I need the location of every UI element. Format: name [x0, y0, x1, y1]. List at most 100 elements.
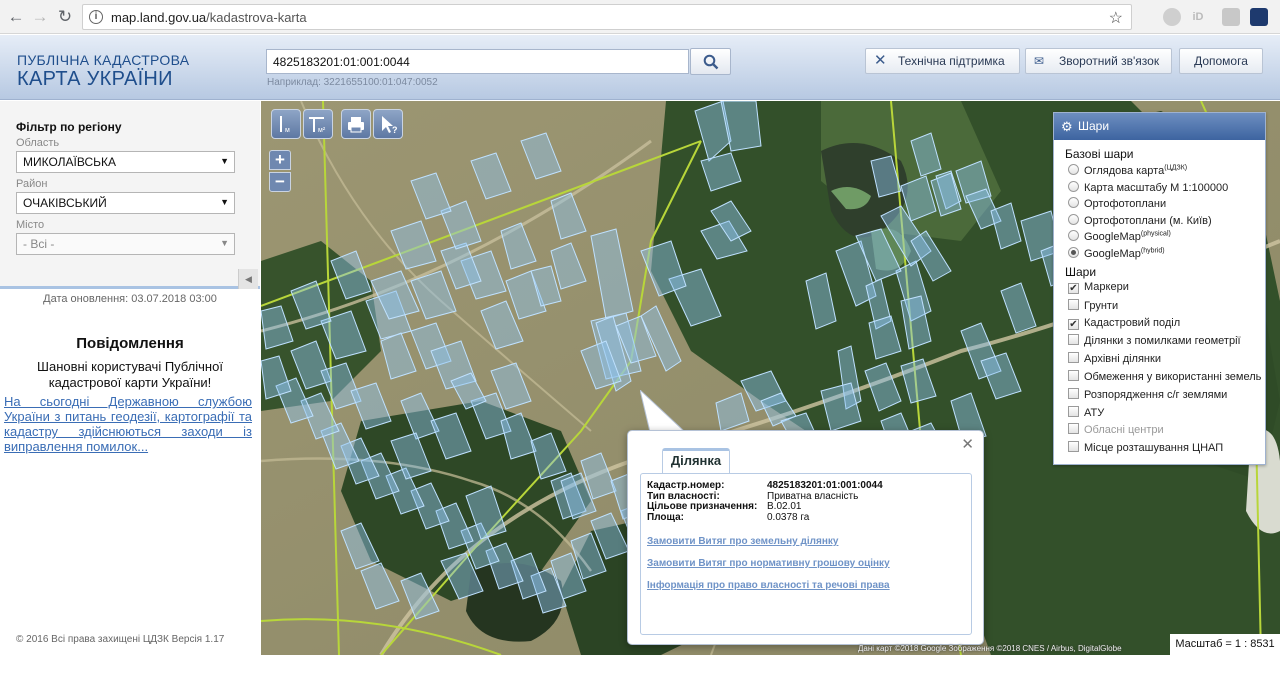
- base-layer-option[interactable]: Ортофотоплани: [1068, 197, 1166, 210]
- message-link[interactable]: На сьогодні Державною службою України з …: [4, 394, 252, 454]
- extension-icon-2[interactable]: iD: [1189, 8, 1207, 26]
- zoom-in-button[interactable]: +: [269, 150, 291, 170]
- message-title: Повідомлення: [76, 335, 184, 352]
- gear-icon: ⚙: [1061, 119, 1073, 134]
- overlay-layer-option[interactable]: Ділянки з помилками геометрії: [1068, 334, 1241, 347]
- ruler-distance-button[interactable]: м: [271, 109, 301, 139]
- extension-icon-3[interactable]: [1222, 8, 1240, 26]
- checkbox[interactable]: [1068, 334, 1079, 346]
- logo-line-2: КАРТА УКРАЇНИ: [17, 68, 173, 90]
- extension-icon-4[interactable]: [1250, 8, 1268, 26]
- overlay-layer-label: Маркери: [1084, 281, 1129, 293]
- checkbox[interactable]: [1068, 283, 1079, 294]
- overlay-layer-option[interactable]: Місце розташування ЦНАП: [1068, 441, 1223, 454]
- identify-button[interactable]: ?: [373, 109, 403, 139]
- oblast-value: МИКОЛАЇВСЬКА: [23, 155, 117, 169]
- checkbox[interactable]: [1068, 441, 1079, 453]
- overlay-layer-label: Місце розташування ЦНАП: [1084, 442, 1224, 455]
- base-layer-label: Карта масштабу М 1:100000: [1084, 181, 1229, 194]
- checkbox[interactable]: [1068, 387, 1079, 399]
- copyright: © 2016 Всі права захищені ЦДЗК Версія 1.…: [16, 634, 225, 645]
- overlay-layer-option[interactable]: Грунти: [1068, 298, 1118, 312]
- ruler-area-button[interactable]: м²: [303, 109, 333, 139]
- feedback-button[interactable]: ✉ Зворотний зв'язок: [1025, 48, 1172, 74]
- attribute-key: Тип власності:: [647, 490, 720, 502]
- svg-text:м²: м²: [318, 127, 326, 134]
- overlay-layer-label: Обласні центри: [1084, 424, 1164, 437]
- browser-toolbar: ← → ↻ i map.land.gov.ua/kadastrova-karta…: [0, 0, 1280, 34]
- svg-text:?: ?: [392, 125, 398, 135]
- print-button[interactable]: [341, 109, 371, 139]
- search-button[interactable]: [690, 48, 731, 75]
- message-body: Шановні користувачі Публічної кадастрово…: [37, 359, 223, 390]
- close-icon[interactable]: ✕: [961, 435, 974, 453]
- parcel-attribute-row: Тип власності: Приватна власність: [647, 491, 858, 502]
- base-layer-option[interactable]: GoogleMap(physical): [1068, 230, 1171, 243]
- base-layer-option[interactable]: Карта масштабу М 1:100000: [1068, 180, 1229, 194]
- parcel-action-link[interactable]: Замовити Витяг про нормативну грошову оц…: [647, 558, 890, 569]
- checkbox[interactable]: [1068, 298, 1079, 310]
- overlay-layer-option[interactable]: Розпорядження с/г землями: [1068, 387, 1227, 401]
- collapse-sidebar-button[interactable]: ◀: [238, 269, 258, 289]
- forward-icon[interactable]: →: [30, 7, 50, 27]
- parcel-action-link[interactable]: Інформація про право власності та речові…: [647, 580, 890, 591]
- misto-label: Місто: [16, 219, 45, 231]
- oblast-select[interactable]: МИКОЛАЇВСЬКА ▼: [16, 151, 235, 173]
- base-layers-title: Базові шари: [1065, 147, 1134, 161]
- overlay-layer-option[interactable]: Маркери: [1068, 281, 1129, 294]
- tools-icon: ✕: [874, 52, 887, 69]
- parcel-info-popup: ✕ Ділянка Кадастр.номер: 4825183201:01:00…: [627, 430, 984, 645]
- cursor-question-icon: ?: [382, 116, 398, 135]
- base-layer-label: Ортофотоплани (м. Київ): [1084, 214, 1212, 227]
- filter-title: Фільтр по регіону: [16, 120, 122, 134]
- radio-button[interactable]: [1068, 180, 1079, 192]
- parcel-action-link[interactable]: Замовити Витяг про земельну ділянку: [647, 536, 838, 547]
- base-layer-option[interactable]: GoogleMap(hybrid): [1068, 247, 1165, 260]
- raion-select[interactable]: ОЧАКІВСЬКИЙ ▼: [16, 192, 235, 214]
- checkbox[interactable]: [1068, 405, 1079, 417]
- reload-icon[interactable]: ↻: [55, 7, 75, 27]
- address-bar[interactable]: i map.land.gov.ua/kadastrova-karta ☆: [82, 4, 1132, 30]
- bookmark-star-icon[interactable]: ☆: [1109, 8, 1123, 28]
- overlay-layer-label: АТУ: [1084, 406, 1105, 419]
- base-layer-sup: (hybrid): [1140, 247, 1165, 255]
- svg-text:м: м: [285, 127, 290, 134]
- app: ← → ↻ i map.land.gov.ua/kadastrova-karta…: [0, 0, 1280, 682]
- envelope-icon: ✉: [1034, 54, 1045, 68]
- base-layer-option[interactable]: Оглядова карта(ЦДЗК): [1068, 164, 1187, 177]
- support-button[interactable]: ✕ Технічна підтримка: [865, 48, 1020, 74]
- misto-select[interactable]: - Всі - ▼: [16, 233, 235, 255]
- help-button[interactable]: Допомога: [1179, 48, 1263, 74]
- base-layer-option[interactable]: Ортофотоплани (м. Київ): [1068, 213, 1212, 227]
- back-icon[interactable]: ←: [6, 7, 26, 27]
- overlay-layer-option[interactable]: Кадастровий поділ: [1068, 317, 1180, 330]
- radio-button[interactable]: [1068, 230, 1079, 242]
- info-icon[interactable]: i: [89, 10, 103, 24]
- layers-header[interactable]: ⚙ Шари: [1054, 113, 1265, 140]
- checkbox[interactable]: [1068, 318, 1079, 330]
- cadastral-search-input[interactable]: [266, 49, 689, 74]
- url-text: map.land.gov.ua/kadastrova-karta: [111, 10, 307, 25]
- checkbox[interactable]: [1068, 352, 1079, 364]
- checkbox[interactable]: [1068, 423, 1079, 435]
- radio-button[interactable]: [1068, 164, 1079, 175]
- overlay-layer-option[interactable]: Архівні ділянки: [1068, 352, 1161, 365]
- zoom-out-button[interactable]: −: [269, 172, 291, 192]
- region-filter: Фільтр по регіону Область МИКОЛАЇВСЬКА ▼…: [0, 101, 260, 289]
- attribute-key: Цільове призначення:: [647, 501, 758, 512]
- overlay-layer-label: Архівні ділянки: [1084, 353, 1161, 366]
- radio-button[interactable]: [1068, 247, 1079, 258]
- overlay-layer-option[interactable]: Обласні центри: [1068, 423, 1164, 436]
- base-layer-sup: (ЦДЗК): [1164, 164, 1188, 172]
- radio-button[interactable]: [1068, 213, 1079, 225]
- map-scale: Масштаб = 1 : 8531: [1170, 634, 1280, 655]
- radio-button[interactable]: [1068, 197, 1079, 209]
- overlay-layer-option[interactable]: АТУ: [1068, 405, 1105, 419]
- extension-icon-1[interactable]: [1163, 8, 1181, 26]
- parcel-attribute-row: Кадастр.номер: 4825183201:01:001:0044: [647, 480, 883, 491]
- overlay-layer-option[interactable]: Обмеження у використанні земель: [1068, 370, 1261, 383]
- parcel-details: Кадастр.номер: 4825183201:01:001:0044 Тип …: [640, 473, 972, 635]
- layers-panel: ⚙ Шари Базові шари Оглядова карта(ЦДЗК) К…: [1053, 112, 1266, 465]
- tab-parcel[interactable]: Ділянка: [662, 448, 730, 473]
- checkbox[interactable]: [1068, 370, 1079, 381]
